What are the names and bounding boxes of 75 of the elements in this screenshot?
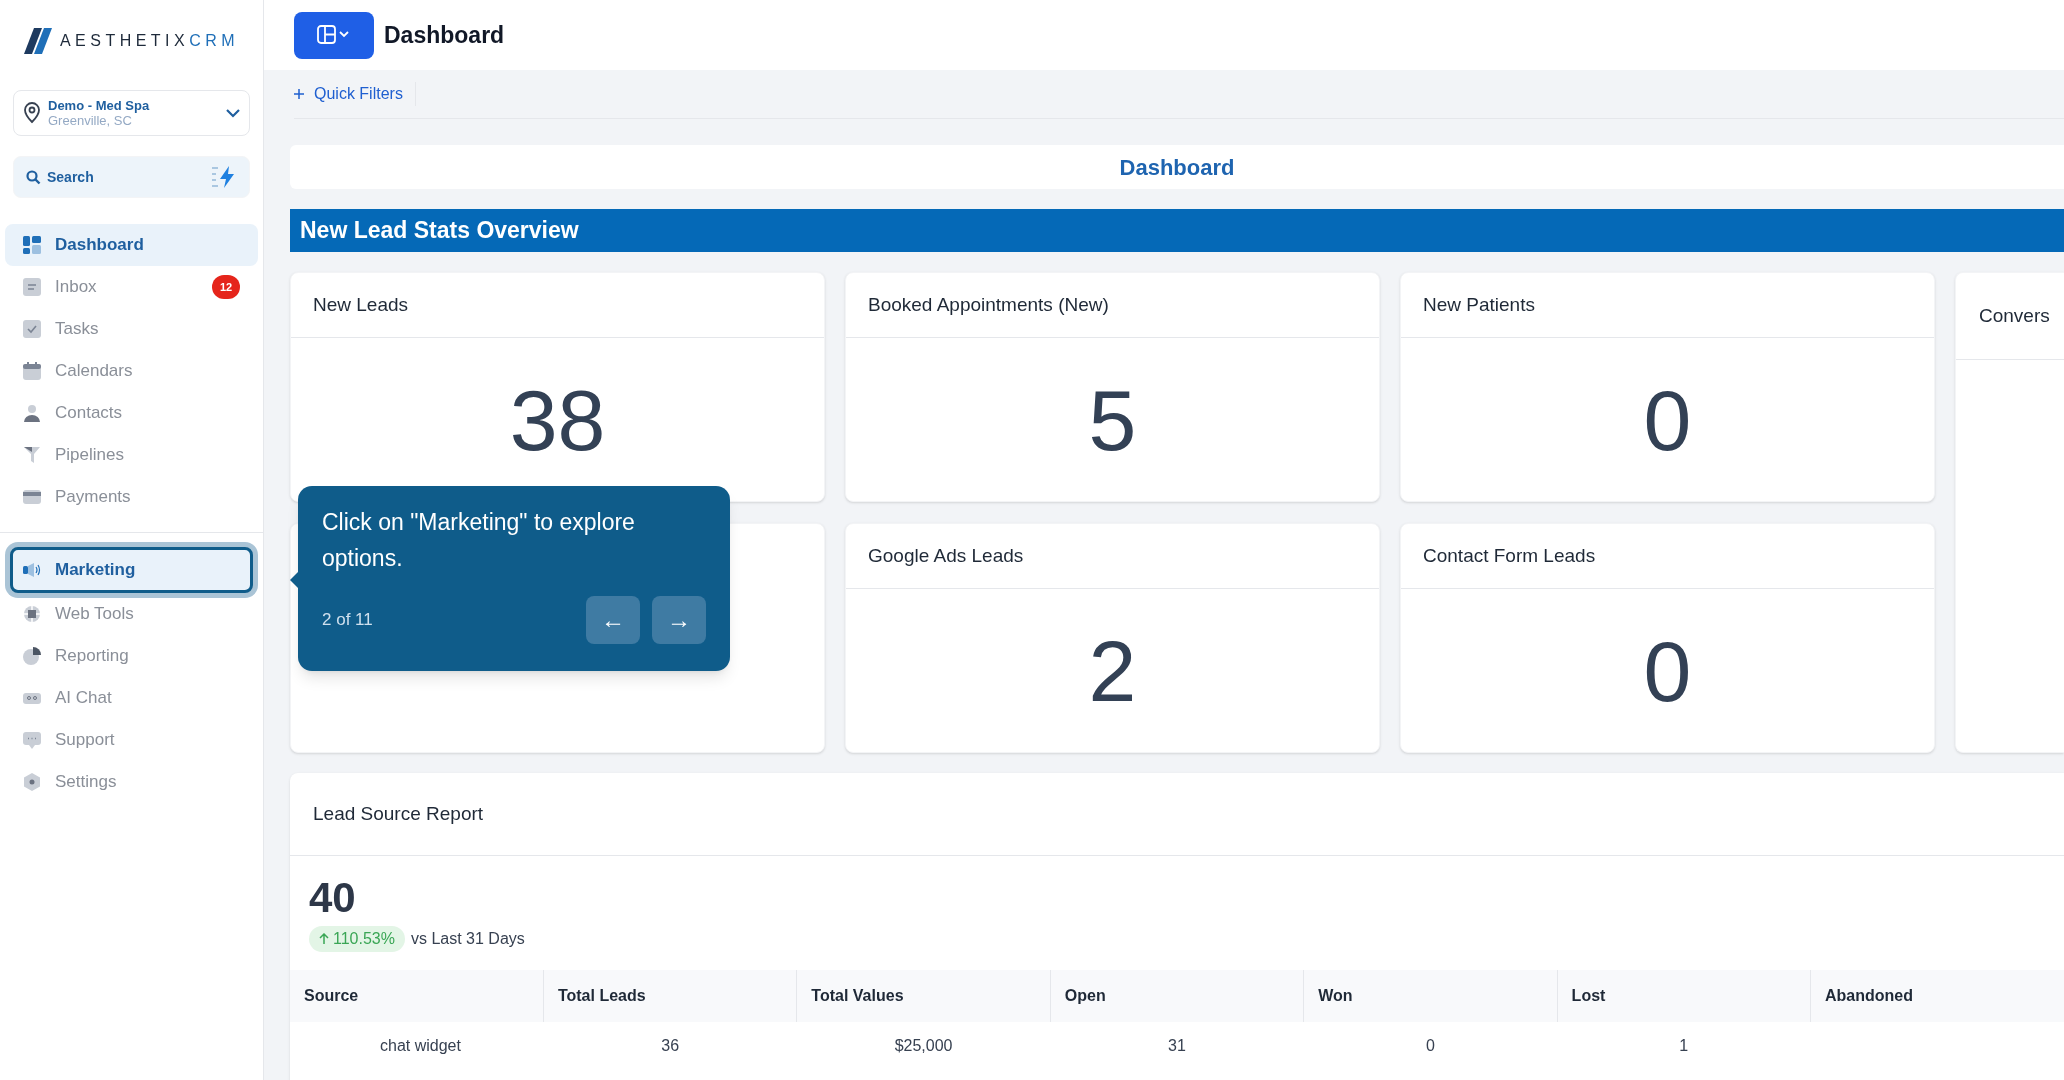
nav-item[interactable]: Dashboard (5, 224, 258, 266)
layout-icon (317, 25, 351, 45)
nav-item[interactable]: Pipelines (13, 434, 250, 476)
quick-filters-button[interactable]: Quick Filters (294, 82, 416, 106)
card-title: Convers (1979, 303, 2050, 328)
column-header: Abandoned (1810, 970, 2064, 1022)
column-header: Total Leads (543, 970, 797, 1022)
logo-icon (23, 26, 54, 56)
hexagon-icon (23, 773, 41, 791)
table-cell: 0 (1425, 1037, 1435, 1054)
nav-item[interactable]: Web Tools (13, 593, 250, 635)
grid-icon (23, 236, 41, 254)
nav-item[interactable]: Settings (13, 761, 250, 803)
column-header: Total Values (796, 970, 1051, 1022)
next-button[interactable]: → (652, 596, 706, 644)
inbox-icon (23, 278, 41, 296)
comparison-text: vs Last 31 Days (411, 929, 525, 949)
layout-menu-button[interactable] (294, 11, 374, 59)
funnel-icon (23, 446, 41, 464)
nav-item[interactable]: Inbox 12 (13, 266, 250, 308)
brand-name: AESTHETIX CRM (59, 31, 240, 51)
checkbox-icon (23, 320, 41, 338)
report-title: Lead Source Report (313, 801, 484, 826)
stat-value: 38 (509, 376, 606, 463)
megaphone-icon (23, 561, 41, 579)
card-title: New Leads (313, 292, 409, 317)
nav-item[interactable]: Reporting (13, 635, 250, 677)
location-city: Greenville, SC (48, 113, 133, 128)
column-header: Open (1050, 970, 1304, 1022)
plus-icon (294, 89, 304, 99)
location-pin-icon (22, 102, 42, 124)
section-heading: New Lead Stats Overview (300, 216, 579, 246)
card-icon (23, 488, 41, 506)
nav-item[interactable]: Payments (13, 476, 250, 518)
previous-button[interactable]: ← (586, 596, 640, 644)
location-selector[interactable]: Demo - Med Spa Greenville, SC (13, 90, 250, 136)
stat-value: 0 (1643, 627, 1692, 714)
table-cell: 31 (1168, 1037, 1186, 1054)
person-icon (23, 404, 41, 422)
column-header: Won (1303, 970, 1558, 1022)
search-icon (26, 169, 41, 185)
column-header: Source (290, 970, 544, 1022)
nav-item[interactable]: AI Chat (13, 677, 250, 719)
table-cell: chat widget (380, 1037, 461, 1054)
globe-icon (23, 605, 41, 623)
unread-count-badge: 12 (212, 275, 240, 299)
card-title: Google Ads Leads (868, 543, 1024, 568)
chat-bubble-icon (23, 731, 41, 749)
location-name: Demo - Med Spa (48, 98, 151, 113)
nav-item[interactable]: Calendars (13, 350, 250, 392)
step-counter: 2 of 11 (322, 609, 373, 632)
pie-chart-icon (23, 647, 41, 665)
nav-item[interactable]: Contacts (13, 392, 250, 434)
calendar-icon (23, 362, 41, 380)
stat-value: 0 (1643, 376, 1692, 463)
table-cell: 1 (1679, 1037, 1689, 1054)
column-header: Lost (1557, 970, 1811, 1022)
table-cell: $25,000 (894, 1037, 953, 1054)
chevron-down-icon (225, 108, 241, 118)
card-title: New Patients (1423, 292, 1535, 317)
search-input[interactable]: Search (47, 166, 205, 188)
nav-item[interactable]: Support (13, 719, 250, 761)
tooltip-text: Click on "Marketing" to explore options. (322, 508, 636, 573)
report-total: 40 (309, 876, 356, 920)
nav-item[interactable]: Tasks (13, 308, 250, 350)
card-title: Booked Appointments (New) (868, 292, 1109, 317)
lightning-icon (211, 165, 237, 189)
change-badge: 110.53% (309, 926, 405, 952)
search-field[interactable]: Search (13, 156, 250, 198)
stat-value: 2 (1088, 627, 1137, 714)
table-cell: 36 (661, 1037, 680, 1054)
page-title: Dashboard (384, 20, 505, 50)
card-title: Contact Form Leads (1423, 543, 1596, 568)
dashboard-heading: Dashboard (1119, 153, 1235, 182)
stat-value: 5 (1088, 376, 1137, 463)
